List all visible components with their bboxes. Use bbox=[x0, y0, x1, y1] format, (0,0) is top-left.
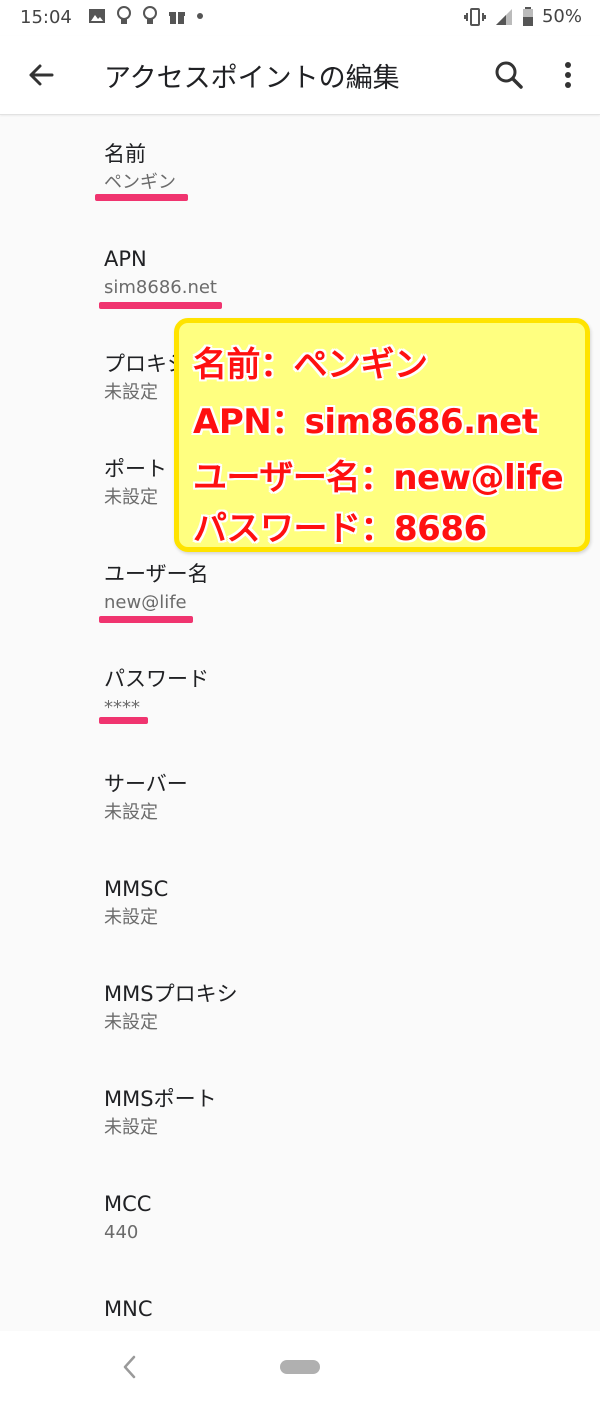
highlight-underline bbox=[99, 616, 193, 623]
field-mcc[interactable]: MCC 440 bbox=[104, 1190, 151, 1246]
field-label: MCC bbox=[104, 1192, 152, 1216]
field-value: 440 bbox=[104, 1222, 139, 1243]
field-server[interactable]: サーバー 未設定 bbox=[104, 770, 188, 826]
field-name[interactable]: 名前 ペンギン bbox=[104, 140, 176, 196]
gift-icon bbox=[169, 12, 185, 24]
field-port[interactable]: ポート 未設定 bbox=[104, 455, 167, 511]
field-value: sim8686.net bbox=[104, 277, 217, 298]
dot-icon bbox=[197, 13, 203, 19]
vibrate-icon bbox=[463, 7, 486, 26]
field-value: 未設定 bbox=[104, 1012, 158, 1033]
system-icons: 50% bbox=[463, 6, 582, 27]
field-label: MMSプロキシ bbox=[104, 982, 238, 1006]
field-value: 未設定 bbox=[104, 802, 158, 823]
bulb-icon bbox=[143, 6, 157, 24]
field-label: APN bbox=[104, 247, 147, 271]
field-label: サーバー bbox=[104, 772, 188, 796]
callout-line: パスワード：8686 bbox=[193, 509, 487, 549]
status-time: 15:04 bbox=[20, 7, 72, 28]
field-label: 名前 bbox=[104, 142, 146, 166]
highlight-underline bbox=[99, 717, 148, 724]
status-bar: 15:04 50% bbox=[0, 0, 600, 36]
field-label: ポート bbox=[104, 457, 167, 481]
home-pill-button[interactable] bbox=[280, 1360, 320, 1374]
field-mms-proxy[interactable]: MMSプロキシ 未設定 bbox=[104, 980, 238, 1036]
highlight-underline bbox=[99, 302, 222, 309]
search-icon[interactable] bbox=[490, 56, 528, 94]
callout-line: ユーザー名：new@life bbox=[193, 458, 564, 498]
field-password[interactable]: パスワード **** bbox=[104, 665, 209, 721]
field-label: MNC bbox=[104, 1297, 153, 1321]
field-value: 未設定 bbox=[104, 1117, 158, 1138]
field-label: MMSポート bbox=[104, 1087, 217, 1111]
field-mmsc[interactable]: MMSC 未設定 bbox=[104, 875, 168, 931]
battery-icon bbox=[522, 6, 533, 26]
callout-line: 名前：ペンギン bbox=[193, 345, 428, 385]
field-mnc[interactable]: MNC bbox=[104, 1295, 153, 1325]
field-value: ペンギン bbox=[104, 172, 176, 193]
field-mms-port[interactable]: MMSポート 未設定 bbox=[104, 1085, 217, 1141]
app-bar: アクセスポイントの編集 bbox=[0, 36, 600, 115]
field-username[interactable]: ユーザー名 new@life bbox=[104, 560, 209, 616]
field-value: 未設定 bbox=[104, 487, 158, 508]
highlight-underline bbox=[95, 194, 188, 201]
signal-icon bbox=[495, 8, 512, 25]
field-value: new@life bbox=[104, 592, 187, 613]
field-label: MMSC bbox=[104, 877, 169, 901]
battery-percent: 50% bbox=[541, 6, 582, 27]
field-label: ユーザー名 bbox=[104, 562, 209, 586]
more-vert-icon[interactable] bbox=[553, 56, 583, 94]
image-icon bbox=[89, 9, 105, 23]
field-value: 未設定 bbox=[104, 907, 158, 928]
arrow-back-icon[interactable] bbox=[22, 56, 60, 94]
annotation-callout: 名前：ペンギン APN：sim8686.net ユーザー名：new@life パ… bbox=[174, 318, 590, 552]
navigation-bar bbox=[0, 1331, 600, 1401]
bulb-icon bbox=[117, 6, 131, 24]
callout-line: APN：sim8686.net bbox=[193, 402, 538, 442]
page-title: アクセスポイントの編集 bbox=[104, 63, 400, 94]
nav-back-icon[interactable] bbox=[118, 1353, 142, 1381]
field-label: パスワード bbox=[104, 667, 209, 691]
field-apn[interactable]: APN sim8686.net bbox=[104, 245, 217, 301]
notification-icons bbox=[88, 6, 204, 26]
